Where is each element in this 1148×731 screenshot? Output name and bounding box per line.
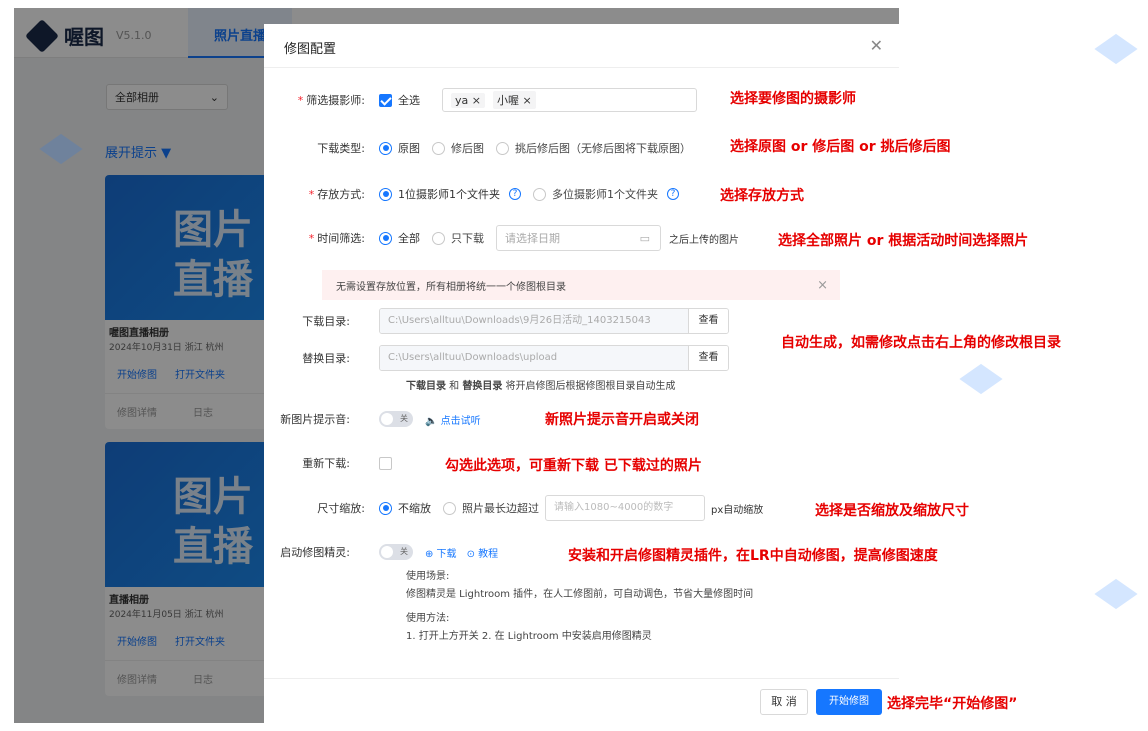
sprite-toggle[interactable]: 关 [379,544,413,560]
storage-label: 存放方式: [317,188,365,201]
alert-text: 无需设置存放位置，所有相册将统一一个修图根目录 [336,281,566,293]
photographer-tag[interactable]: 小喔 × [492,91,536,109]
replace-dir-value: C:\Users\alltuu\Downloads\upload [380,346,688,370]
annotation: 新照片提示音开启或关闭 [545,412,699,428]
resize-input[interactable]: 请输入1080~4000的数字 [545,495,705,521]
radio-off-icon [496,141,509,155]
resize-row: 尺寸缩放: 不缩放 照片最长边超过 请输入1080~4000的数字 px自动缩放 [264,495,763,521]
tutorial-link[interactable]: ⊙ 教程 [467,545,499,560]
redownload-checkbox[interactable] [379,456,392,470]
download-link[interactable]: ⊕ 下载 [425,545,457,560]
close-icon[interactable]: ✕ [870,36,883,55]
sprite-row: 启动修图精灵: 关 ⊕ 下载 ⊙ 教程 [264,539,498,565]
radio-on-icon [379,231,392,245]
select-all-checkbox[interactable]: 全选 [379,92,420,108]
radio-resize-longest[interactable]: 照片最长边超过 [443,500,539,516]
listen-link[interactable]: 🔈 点击试听 [425,412,481,427]
download-dir-label: 下载目录: [302,315,350,328]
radio-all-time[interactable]: 全部 [379,230,420,246]
annotation: 安装和开启修图精灵插件，在LR中自动修图，提高修图速度 [568,548,938,564]
annotation: 选择要修图的摄影师 [730,91,856,107]
help-icon[interactable]: ? [667,188,679,200]
radio-per-photographer[interactable]: 1位摄影师1个文件夹? [379,186,521,202]
sound-row: 新图片提示音: 关 🔈 点击试听 [264,406,481,432]
method-text: 1. 打开上方开关 2. 在 Lightroom 中安装启用修图精灵 [406,631,652,642]
download-dir-row: 下载目录: C:\Users\alltuu\Downloads\9月26日活动_… [264,308,729,334]
annotation: 选择完毕“开始修图” [887,696,1018,712]
info-alert: 无需设置存放位置，所有相册将统一一个修图根目录 × [322,270,840,300]
radio-multi-photographer[interactable]: 多位摄影师1个文件夹? [533,186,679,202]
dialog-title: 修图配置 [284,42,337,57]
replace-dir-label: 替换目录: [302,352,350,365]
radio-off-icon [533,187,546,201]
radio-on-icon [379,187,392,201]
watermark-icon [40,130,92,170]
calendar-icon: ▭ [639,231,650,245]
download-dir-value: C:\Users\alltuu\Downloads\9月26日活动_140321… [380,309,688,333]
photographer-row: * 筛选摄影师: 全选 ya × 小喔 × [264,87,697,113]
radio-only-download[interactable]: 只下载 [432,230,484,246]
usage-title: 使用场景: [406,571,450,582]
redownload-row: 重新下载: [264,450,392,476]
photographer-label: 筛选摄影师: [306,94,365,107]
dir-note: 下载目录 和 替换目录 将开启修图后根据修图根目录自动生成 [406,381,676,392]
watermark-icon [1095,30,1147,70]
cancel-button[interactable]: 取 消 [760,689,808,715]
time-filter-row: * 时间筛选: 全部 只下载 请选择日期 ▭ 之后上传的图片 [264,225,739,251]
annotation: 勾选此选项，可重新下载 已下载过的照片 [445,458,702,474]
help-icon[interactable]: ? [509,188,521,200]
download-dir-field: C:\Users\alltuu\Downloads\9月26日活动_140321… [379,308,729,334]
storage-row: * 存放方式: 1位摄影师1个文件夹? 多位摄影师1个文件夹? [264,181,691,207]
replace-dir-row: 替换目录: C:\Users\alltuu\Downloads\upload 查… [264,345,729,371]
checkbox-checked-icon [379,93,392,107]
annotation: 选择存放方式 [720,188,804,204]
watermark-icon [960,360,1012,400]
date-picker[interactable]: 请选择日期 ▭ [496,225,661,251]
alert-close-icon[interactable]: × [817,278,828,293]
annotation: 自动生成，如需修改点击右上角的修改根目录 [781,335,1061,351]
radio-off-icon [443,501,456,515]
download-type-row: 下载类型: 原图 修后图 挑后修后图（无修后图将下载原图） [264,135,703,161]
dialog-footer: 取 消 开始修图 [264,678,899,723]
sound-label: 新图片提示音: [280,413,350,426]
usage-text: 修图精灵是 Lightroom 插件，在人工修图前，可自动调色，节省大量修图时间 [406,589,754,600]
radio-selected-retouched[interactable]: 挑后修后图（无修后图将下载原图） [496,140,691,156]
resize-suffix: px自动缩放 [711,504,764,516]
radio-original[interactable]: 原图 [379,140,420,156]
sound-toggle[interactable]: 关 [379,411,413,427]
radio-off-icon [432,231,445,245]
photographer-select[interactable]: ya × 小喔 × [442,88,697,112]
download-type-label: 下载类型: [317,142,365,155]
view-replace-dir-button[interactable]: 查看 [688,346,728,370]
radio-retouched[interactable]: 修后图 [432,140,484,156]
method-title: 使用方法: [406,613,450,624]
redownload-label: 重新下载: [302,457,350,470]
replace-dir-field: C:\Users\alltuu\Downloads\upload 查看 [379,345,729,371]
watermark-icon [1095,575,1147,615]
annotation: 选择全部照片 or 根据活动时间选择照片 [778,233,1029,249]
time-suffix: 之后上传的图片 [669,234,739,246]
annotation: 选择是否缩放及缩放尺寸 [815,503,969,519]
retouch-config-dialog: 修图配置 ✕ * 筛选摄影师: 全选 ya × 小喔 × 下载类型: 原图 修后图… [264,24,899,723]
radio-on-icon [379,501,392,515]
radio-off-icon [432,141,445,155]
view-download-dir-button[interactable]: 查看 [688,309,728,333]
resize-label: 尺寸缩放: [317,502,365,515]
photographer-tag[interactable]: ya × [451,92,485,108]
sprite-label: 启动修图精灵: [280,546,350,559]
time-filter-label: 时间筛选: [317,232,365,245]
radio-no-resize[interactable]: 不缩放 [379,500,431,516]
radio-on-icon [379,141,392,155]
annotation: 选择原图 or 修后图 or 挑后修后图 [730,139,951,155]
start-retouch-button[interactable]: 开始修图 [816,689,882,715]
